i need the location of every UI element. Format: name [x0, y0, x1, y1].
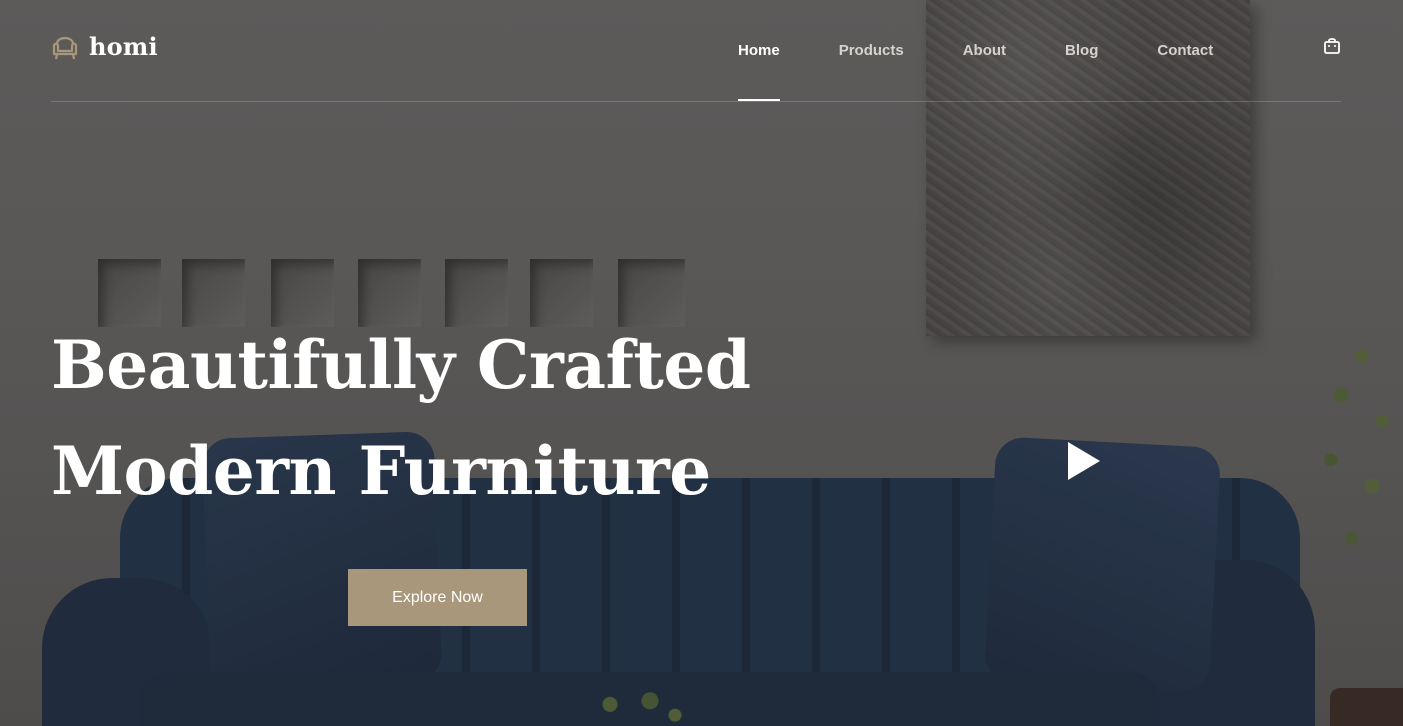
nav-item-label: Products [838, 42, 904, 59]
shopping-bag-icon[interactable] [1323, 37, 1341, 55]
nav-item-label: Blog [1065, 42, 1099, 59]
nav-item-label: Contact [1157, 42, 1214, 59]
nav-item-blog[interactable]: Blog [1065, 0, 1098, 101]
nav-item-label: About [962, 42, 1007, 59]
armchair-icon [52, 36, 78, 60]
play-icon[interactable] [1064, 440, 1104, 482]
hero-headline-line-1: Beautifully Crafted [51, 326, 751, 404]
site-header: homi Home Products About Blog Contact [51, 0, 1341, 102]
hero-headline-line-2: Modern Furniture [51, 432, 711, 510]
nav-item-contact[interactable]: Contact [1157, 0, 1213, 101]
nav-item-products[interactable]: Products [839, 0, 904, 101]
brand-logo[interactable]: homi [51, 30, 158, 62]
main-nav: Home Products About Blog Contact [738, 0, 1272, 101]
nav-item-label: Home [738, 42, 780, 59]
brand-name: homi [89, 31, 158, 61]
explore-now-button[interactable]: Explore Now [348, 569, 527, 626]
nav-item-home[interactable]: Home [738, 0, 780, 101]
nav-item-about[interactable]: About [963, 0, 1006, 101]
hero-headline: Beautifully Crafted Modern Furniture [51, 312, 811, 524]
